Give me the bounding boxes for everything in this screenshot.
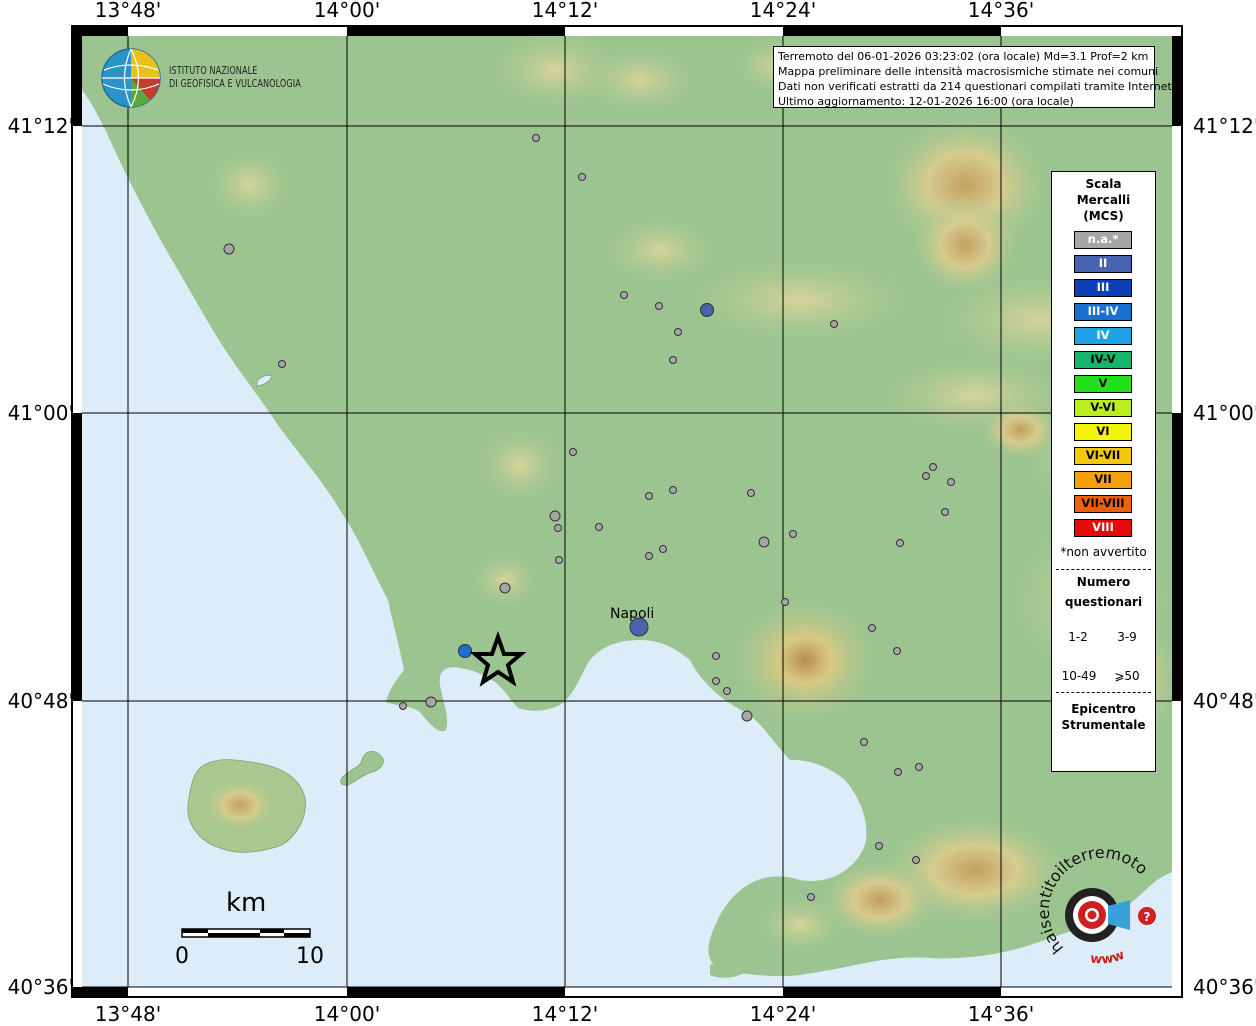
haisentito-logo-www: www <box>1089 948 1126 968</box>
haisentito-logo-arc-text: haisentitoilterremoto.it <box>0 0 1152 958</box>
haisentito-logo-text: haisentitoilterremoto.it www <box>0 0 1152 968</box>
svg-text:haisentitoilterremoto.it: haisentitoilterremoto.it <box>0 0 1152 958</box>
svg-text:www: www <box>1089 948 1126 968</box>
